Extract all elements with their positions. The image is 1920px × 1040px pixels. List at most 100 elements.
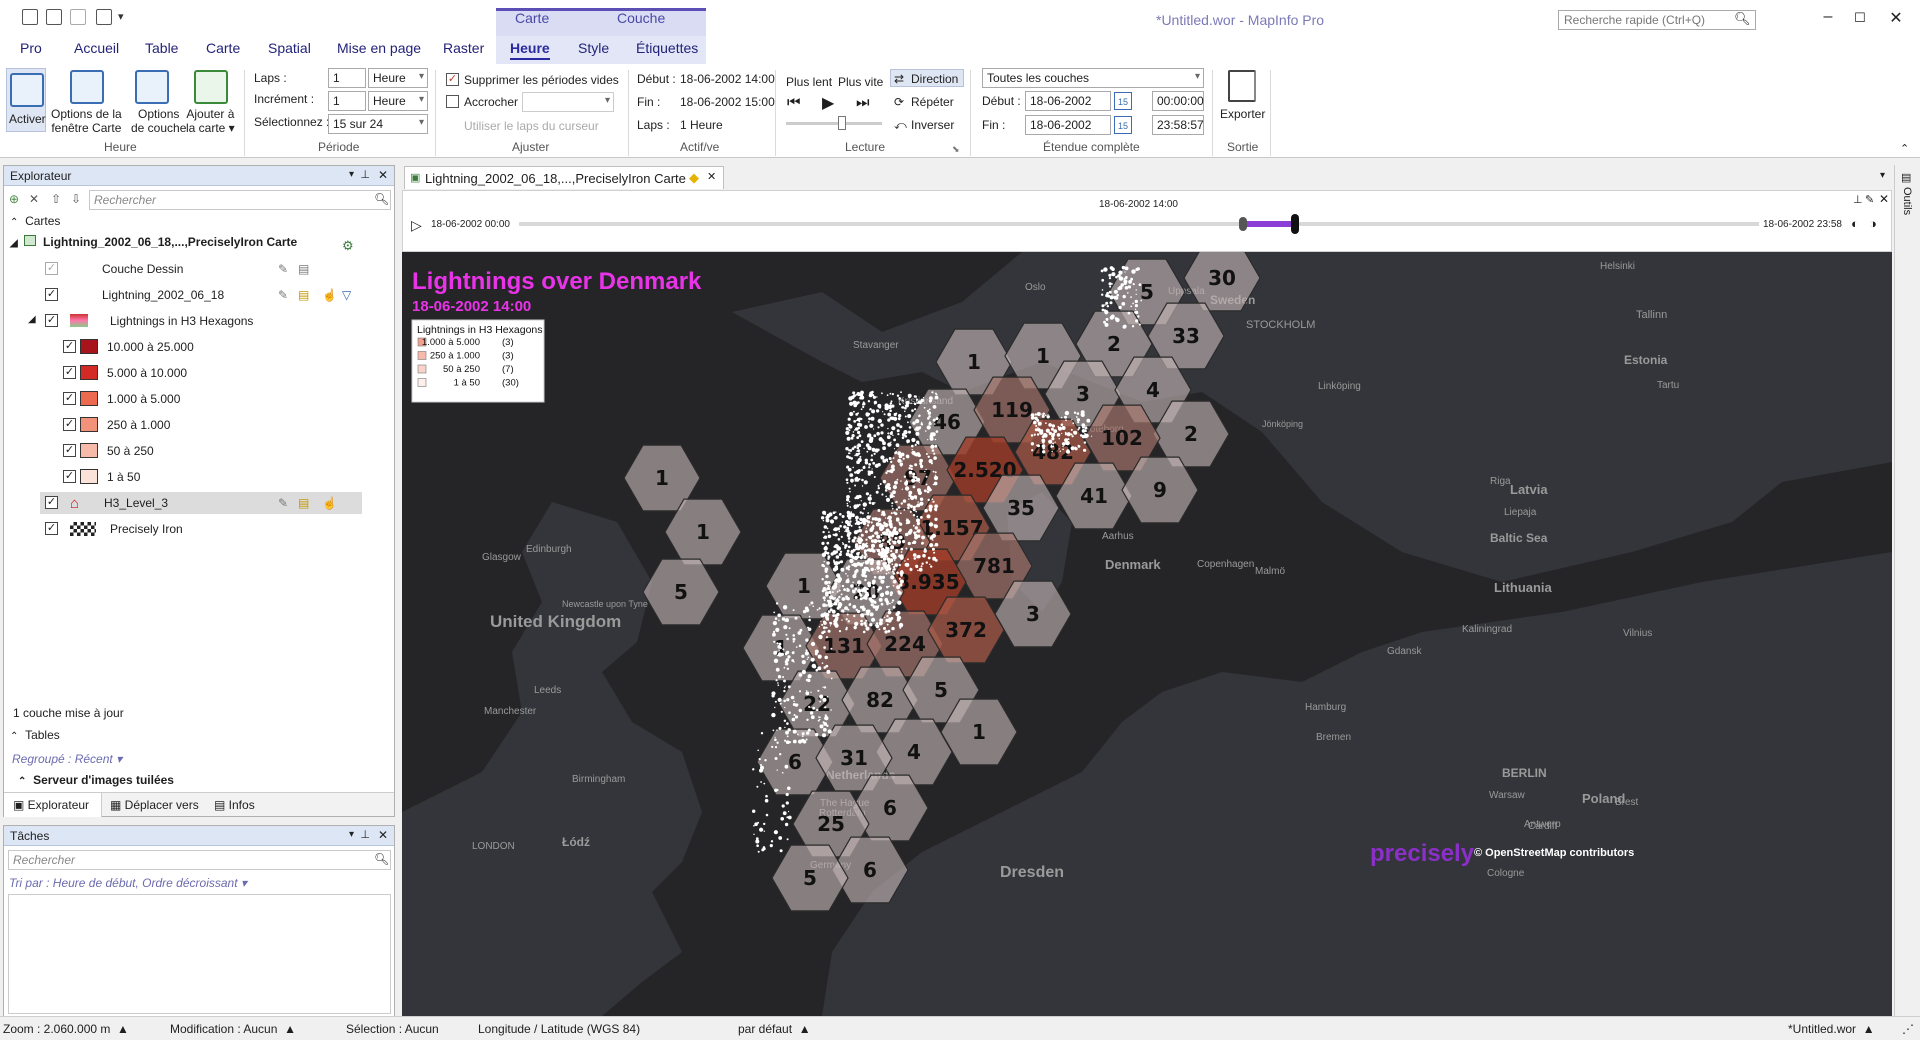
h3-hexagon[interactable]: 5	[642, 558, 720, 626]
export-icon[interactable]	[1228, 70, 1256, 102]
timeline-track[interactable]	[519, 222, 1759, 226]
tab-heure[interactable]: Heure	[510, 40, 550, 60]
class-visibility-checkbox[interactable]: ✓	[63, 366, 76, 379]
options-fenetre-button[interactable]: Options de la fenêtre Carte	[51, 107, 122, 135]
app-icon[interactable]	[22, 9, 38, 25]
status-zoom[interactable]: Zoom : 2.060.000 m ▲	[3, 1022, 129, 1036]
tab-pro[interactable]: Pro	[20, 40, 42, 56]
calendar-icon[interactable]: 15	[1114, 92, 1132, 110]
panel-menu-icon[interactable]: ▾	[349, 829, 354, 840]
ext-fin-time-input[interactable]: 23:58:57	[1152, 115, 1204, 135]
tab-spatial[interactable]: Spatial	[268, 40, 311, 56]
ajouter-carte-button[interactable]: Ajouter à la carte ▾	[186, 107, 235, 135]
search-icon[interactable]: 🔍︎	[374, 852, 389, 866]
thematic-class-row[interactable]: ✓ 5.000 à 10.000	[4, 362, 394, 384]
class-visibility-checkbox[interactable]: ✓	[63, 470, 76, 483]
close-panel-icon[interactable]: ✕	[378, 828, 388, 842]
thematic-class-row[interactable]: ✓ 50 à 250	[4, 440, 394, 462]
layer-row-h3-level3[interactable]: ✓ ⌂ H3_Level_3 ✎ ▤ ☝	[40, 492, 362, 514]
layer-properties-icon[interactable]: ▤	[298, 496, 309, 510]
tab-accueil[interactable]: Accueil	[74, 40, 119, 56]
layers-dropdown[interactable]: Toutes les couches	[982, 68, 1204, 88]
remove-icon[interactable]: ✕	[29, 192, 39, 206]
timeline-forward-icon[interactable]: ◑	[1869, 216, 1877, 231]
edit-layer-icon[interactable]: ✎	[278, 496, 288, 510]
tools-icon[interactable]: ▤	[1901, 171, 1911, 184]
tab-table[interactable]: Table	[145, 40, 178, 56]
increment-unit-dropdown[interactable]: Heure	[368, 91, 428, 111]
layer-options-icon[interactable]	[135, 70, 169, 104]
thematic-class-row[interactable]: ✓ 1 à 50	[4, 466, 394, 488]
tasks-search-input[interactable]: Rechercher	[8, 850, 391, 870]
layer-row-lightning[interactable]: ✓ Lightning_2002_06_18 ✎ ▤ ☝ ▽	[4, 284, 394, 306]
tab-raster[interactable]: Raster	[443, 40, 484, 56]
selectionnez-dropdown[interactable]: 15 sur 24	[328, 114, 428, 134]
exporter-button[interactable]: Exporter	[1220, 107, 1265, 121]
options-couche-button[interactable]: Options de couche	[131, 107, 186, 135]
play-icon[interactable]: ▶	[822, 93, 834, 113]
new-workspace-icon[interactable]	[46, 9, 62, 25]
class-visibility-checkbox[interactable]: ✓	[63, 418, 76, 431]
close-tab-icon[interactable]: ✕	[707, 170, 716, 183]
pin-icon[interactable]: ⊥	[360, 168, 370, 181]
repeter-button[interactable]: Répéter	[911, 95, 954, 109]
tree-cartes[interactable]: ⌃ Cartes	[10, 214, 60, 236]
expand-icon[interactable]: ◢	[28, 314, 36, 325]
laps-unit-dropdown[interactable]: Heure	[368, 68, 428, 88]
layer-visibility-checkbox[interactable]: ✓	[45, 314, 58, 327]
thematic-class-row[interactable]: ✓ 10.000 à 25.000	[4, 336, 394, 358]
map-settings-icon[interactable]: ⚙	[342, 238, 354, 254]
step-back-icon[interactable]: ⏮	[787, 94, 801, 111]
tree-tables[interactable]: ⌃ Tables	[10, 728, 60, 750]
accrocher-dropdown[interactable]	[522, 92, 614, 112]
speed-slider-thumb[interactable]	[838, 116, 846, 130]
customize-qat-icon[interactable]: ▾	[118, 10, 124, 23]
layer-visibility-checkbox[interactable]: ✓	[45, 496, 58, 509]
map-window-options-icon[interactable]	[70, 70, 104, 104]
class-visibility-checkbox[interactable]: ✓	[63, 444, 76, 457]
tab-deplacer-vers[interactable]: ▦ Déplacer vers	[110, 798, 199, 812]
tab-explorateur[interactable]: ▣ Explorateur	[13, 798, 89, 812]
status-modification[interactable]: Modification : Aucun ▲	[170, 1022, 296, 1036]
selectable-icon[interactable]: ☝	[322, 288, 337, 302]
move-down-icon[interactable]: ⇩	[71, 192, 81, 206]
reverse-icon[interactable]: ⤺	[894, 118, 907, 133]
inverser-button[interactable]: Inverser	[911, 118, 954, 132]
tab-carte[interactable]: Carte	[206, 40, 240, 56]
class-visibility-checkbox[interactable]: ✓	[63, 340, 76, 353]
outils-tab[interactable]: Outils	[1901, 187, 1913, 215]
laps-spinner[interactable]: 1	[328, 68, 366, 88]
ext-debut-time-input[interactable]: 00:00:00	[1152, 91, 1204, 111]
timeline-back-icon[interactable]: ◐	[1851, 216, 1859, 231]
tab-style[interactable]: Style	[578, 40, 609, 56]
search-icon[interactable]: 🔍︎	[1734, 11, 1751, 27]
search-icon[interactable]: 🔍︎	[374, 192, 389, 206]
accrocher-checkbox[interactable]	[446, 95, 459, 108]
speed-slider[interactable]	[786, 122, 882, 125]
repeat-icon[interactable]: ⟳	[894, 95, 904, 109]
map-canvas[interactable]: OsloUppsalaHelsinkiSwedenSTOCKHOLMTallin…	[402, 252, 1892, 1016]
tab-infos[interactable]: ▤ Infos	[214, 798, 255, 812]
step-forward-icon[interactable]: ⏭	[856, 94, 870, 111]
sort-dropdown[interactable]: Tri par : Heure de début, Ordre décroiss…	[9, 876, 247, 890]
status-workspace[interactable]: *Untitled.wor ▲	[1788, 1022, 1875, 1036]
filter-icon[interactable]: ▽	[342, 288, 351, 302]
status-selection[interactable]: Sélection : Aucun	[346, 1022, 439, 1036]
timeline-play-icon[interactable]: ▷	[411, 217, 422, 234]
class-visibility-checkbox[interactable]: ✓	[63, 392, 76, 405]
dialog-launcher-icon[interactable]: ⬊	[952, 144, 960, 155]
edit-layer-icon[interactable]: ✎	[278, 262, 288, 276]
activer-button[interactable]: Activer	[6, 68, 46, 132]
map-svg[interactable]: OsloUppsalaHelsinkiSwedenSTOCKHOLMTallin…	[402, 252, 1892, 1016]
save-icon[interactable]	[96, 9, 112, 25]
thematic-class-row[interactable]: ✓ 1.000 à 5.000	[4, 388, 394, 410]
group-by-dropdown[interactable]: Regroupé : Récent ▾	[12, 752, 122, 766]
ext-debut-date-input[interactable]: 18-06-2002	[1025, 91, 1111, 111]
tab-mise-en-page[interactable]: Mise en page	[337, 40, 421, 56]
layer-properties-icon[interactable]: ▤	[298, 288, 309, 302]
tree-map-node[interactable]: ◢ Lightning_2002_06_18,...,PreciselyIron…	[10, 235, 297, 257]
collapse-ribbon-icon[interactable]: ⌃	[1900, 142, 1909, 155]
status-defaut[interactable]: par défaut ▲	[738, 1022, 811, 1036]
status-coords[interactable]: Longitude / Latitude (WGS 84)	[478, 1022, 640, 1036]
utiliser-laps-label[interactable]: Utiliser le laps du curseur	[464, 119, 599, 133]
